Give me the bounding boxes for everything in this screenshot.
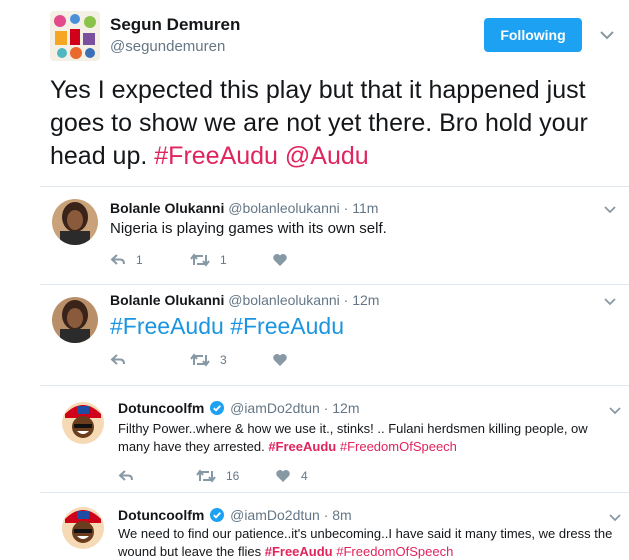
reply-count: 1	[136, 253, 143, 267]
reply-icon	[110, 254, 125, 265]
reply-author-name[interactable]: Dotuncoolfm	[118, 507, 204, 523]
main-author-name[interactable]: Segun Demuren	[110, 15, 240, 35]
retweet-count: 3	[220, 353, 227, 367]
retweet-count: 16	[226, 469, 240, 483]
retweet-action[interactable]: 1	[190, 252, 227, 268]
reply-text: Filthy Power..where & how we use it., st…	[118, 420, 623, 456]
reply-text: We need to find our patience..it's unbec…	[118, 525, 623, 560]
verified-badge-icon	[210, 401, 225, 415]
retweet-action[interactable]: 3	[190, 352, 227, 368]
reply-author-handle[interactable]: @bolanleolukanni	[228, 200, 340, 216]
hashtag-link[interactable]: #FreeAudu	[268, 439, 336, 454]
retweet-icon	[190, 353, 210, 367]
following-button[interactable]: Following	[484, 18, 582, 52]
reply-header: Bolanle Olukanni @bolanleolukanni · 11m	[110, 200, 378, 216]
chevron-down-icon[interactable]	[602, 295, 618, 307]
reply-author-name[interactable]: Dotuncoolfm	[118, 400, 204, 416]
reply-timestamp[interactable]: · 8m	[324, 507, 352, 523]
heart-icon	[273, 254, 287, 266]
reply-header: Dotuncoolfm @iamDo2dtun · 12m	[118, 400, 360, 416]
reply-text: Nigeria is playing games with its own se…	[110, 220, 387, 237]
avatar[interactable]	[60, 400, 106, 446]
reply-icon	[110, 354, 125, 365]
reply-timestamp[interactable]: · 12m	[344, 292, 380, 308]
reply-header: Bolanle Olukanni @bolanleolukanni · 12m	[110, 292, 379, 308]
chevron-down-icon[interactable]	[607, 511, 623, 523]
reply-tweet[interactable]: Dotuncoolfm @iamDo2dtun · 12m Filthy Pow…	[40, 386, 629, 492]
like-count: 4	[301, 469, 308, 483]
reply-author-handle[interactable]: @iamDo2dtun	[230, 507, 320, 523]
reply-text[interactable]: #FreeAudu #FreeAudu	[110, 313, 610, 340]
reply-header: Dotuncoolfm @iamDo2dtun · 8m	[118, 507, 352, 523]
retweet-icon	[190, 253, 210, 267]
chevron-down-icon[interactable]	[599, 28, 615, 40]
avatar[interactable]	[52, 199, 98, 245]
reply-author-name[interactable]: Bolanle Olukanni	[110, 292, 224, 308]
mention-link[interactable]: @Audu	[285, 142, 369, 170]
reply-author-handle[interactable]: @iamDo2dtun	[230, 400, 320, 416]
reply-action[interactable]	[118, 468, 144, 484]
heart-icon	[276, 470, 290, 482]
like-action[interactable]	[272, 352, 298, 368]
reply-timestamp[interactable]: · 11m	[344, 200, 379, 216]
chevron-down-icon[interactable]	[607, 404, 623, 416]
reply-author-name[interactable]: Bolanle Olukanni	[110, 200, 224, 216]
chevron-down-icon[interactable]	[602, 203, 618, 215]
heart-icon	[273, 354, 287, 366]
hashtag-link[interactable]: #FreeAudu	[154, 142, 278, 170]
reply-action[interactable]	[110, 352, 136, 368]
reply-tweet[interactable]: Bolanle Olukanni @bolanleolukanni · 11m …	[40, 187, 629, 284]
hashtag-link[interactable]: #FreeAudu	[265, 544, 333, 559]
main-avatar[interactable]	[50, 11, 100, 61]
hashtag-link[interactable]: #FreedomOfSpeech	[336, 544, 453, 559]
reply-tweet[interactable]: Dotuncoolfm @iamDo2dtun · 8m We need to …	[40, 493, 629, 560]
like-action[interactable]	[272, 252, 298, 268]
reply-tweet[interactable]: Bolanle Olukanni @bolanleolukanni · 12m …	[40, 285, 629, 385]
avatar[interactable]	[60, 505, 106, 551]
reply-icon	[118, 470, 133, 481]
reply-action[interactable]: 1	[110, 252, 143, 268]
like-action[interactable]: 4	[275, 468, 308, 484]
hashtag-link[interactable]: #FreedomOfSpeech	[340, 439, 457, 454]
retweet-icon	[196, 469, 216, 483]
main-tweet: Segun Demuren @segundemuren Following Ye…	[0, 0, 629, 185]
main-tweet-text: Yes I expected this play but that it hap…	[50, 74, 590, 173]
avatar[interactable]	[52, 297, 98, 343]
main-author-handle[interactable]: @segundemuren	[110, 38, 225, 55]
retweet-action[interactable]: 16	[196, 468, 239, 484]
retweet-count: 1	[220, 253, 227, 267]
reply-author-handle[interactable]: @bolanleolukanni	[228, 292, 340, 308]
verified-badge-icon	[210, 508, 225, 522]
reply-timestamp[interactable]: · 12m	[324, 400, 360, 416]
